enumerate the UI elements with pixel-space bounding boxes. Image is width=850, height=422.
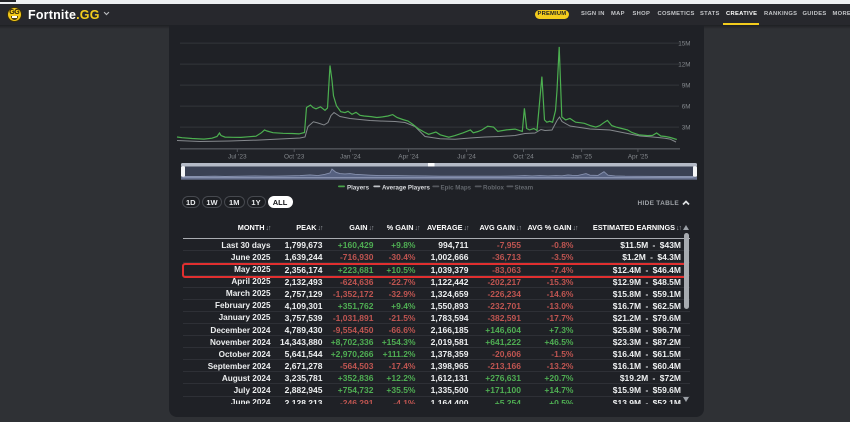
svg-text:15M: 15M (678, 40, 690, 47)
svg-text:Oct '23: Oct '23 (284, 153, 305, 160)
svg-text:Apr '25: Apr '25 (628, 153, 649, 160)
svg-text:Jan '25: Jan '25 (571, 153, 592, 160)
svg-text:Oct '24: Oct '24 (513, 153, 534, 160)
svg-text:Apr '24: Apr '24 (398, 153, 419, 160)
svg-text:Average Players: Average Players (382, 184, 430, 191)
svg-text:Jul '24: Jul '24 (457, 153, 476, 160)
svg-text:6M: 6M (682, 103, 691, 110)
svg-text:3M: 3M (682, 124, 691, 131)
svg-text:Steam: Steam (515, 184, 534, 191)
svg-text:Players: Players (347, 184, 370, 191)
svg-text:12M: 12M (678, 61, 690, 68)
svg-text:Jan '24: Jan '24 (340, 153, 361, 160)
svg-text:9M: 9M (682, 82, 691, 89)
svg-text:Roblox: Roblox (483, 184, 505, 191)
svg-text:Epic Maps: Epic Maps (441, 184, 472, 191)
svg-text:Jul '23: Jul '23 (228, 153, 247, 160)
